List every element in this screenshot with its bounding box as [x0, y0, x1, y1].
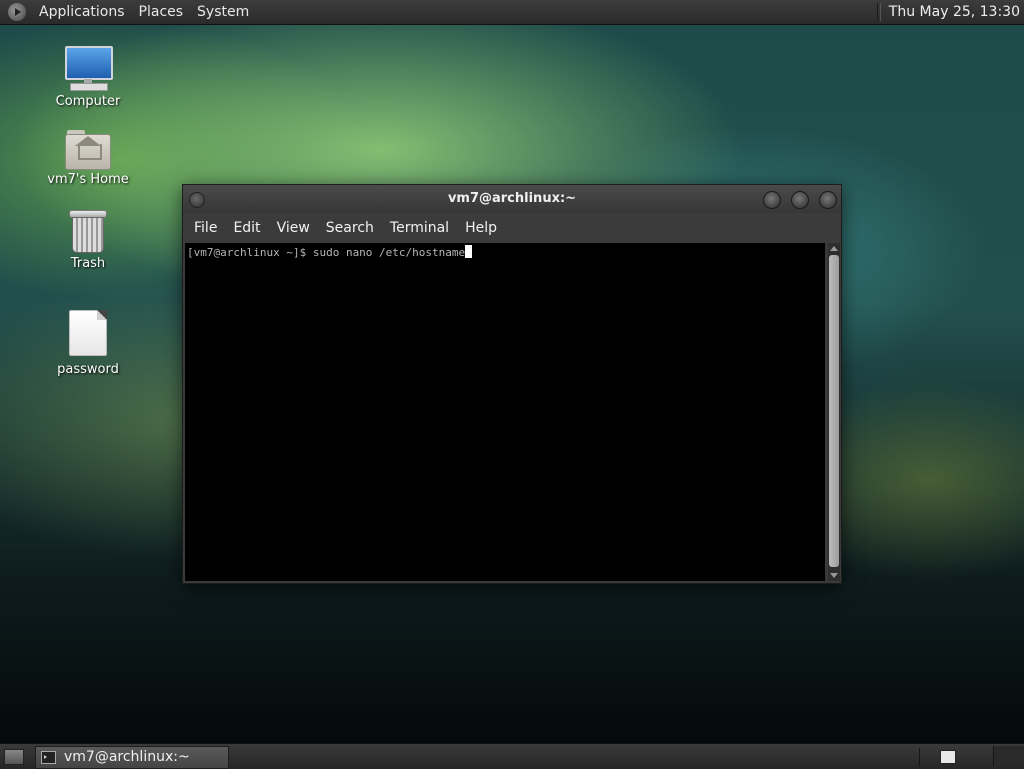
text-cursor [465, 245, 473, 258]
places-menu[interactable]: Places [132, 0, 191, 24]
desktop-icon-trash[interactable]: Trash [38, 208, 138, 271]
panel-separator [919, 748, 920, 766]
menu-edit[interactable]: Edit [225, 213, 268, 243]
window-titlebar[interactable]: vm7@archlinux:~ [183, 185, 841, 213]
menu-terminal[interactable]: Terminal [382, 213, 457, 243]
taskbar-window-button[interactable]: vm7@archlinux:~ [35, 746, 229, 769]
terminal-window[interactable]: vm7@archlinux:~ File Edit View Search Te… [182, 184, 842, 584]
terminal-command-line: [vm7@archlinux ~]$ sudo nano /etc/hostna… [187, 246, 466, 259]
text-file-icon [69, 310, 107, 356]
minimize-button[interactable] [763, 191, 781, 209]
terminal-output[interactable]: [vm7@archlinux ~]$ sudo nano /etc/hostna… [185, 243, 825, 581]
desktop-icon-home[interactable]: vm7's Home [38, 130, 138, 187]
home-folder-icon [65, 130, 111, 170]
desktop-icon-password[interactable]: password [38, 310, 138, 377]
terminal-menubar: File Edit View Search Terminal Help [183, 213, 841, 243]
desktop-icon-label: Computer [55, 94, 121, 109]
window-title: vm7@archlinux:~ [447, 191, 577, 206]
menu-search[interactable]: Search [318, 213, 382, 243]
system-menu[interactable]: System [190, 0, 256, 24]
window-menu-button[interactable] [189, 192, 205, 208]
show-desktop-icon[interactable] [4, 749, 24, 765]
bottom-panel: vm7@archlinux:~ [0, 743, 1024, 769]
close-button[interactable] [819, 191, 837, 209]
clock-area: Thu May 25, 13:30 [876, 0, 1024, 24]
applications-menu[interactable]: Applications [32, 0, 132, 24]
scrollbar-thumb[interactable] [829, 255, 839, 567]
taskbar-window-label: vm7@archlinux:~ [64, 749, 190, 765]
computer-icon [64, 46, 113, 92]
distro-logo-icon[interactable] [8, 3, 26, 21]
panel-separator [876, 3, 881, 21]
menu-file[interactable]: File [186, 213, 225, 243]
clock[interactable]: Thu May 25, 13:30 [889, 4, 1024, 20]
workspace-1[interactable] [940, 750, 956, 764]
desktop-icon-label: vm7's Home [47, 172, 129, 187]
terminal-icon [41, 751, 56, 764]
menu-view[interactable]: View [269, 213, 318, 243]
scroll-up-arrow-icon[interactable] [830, 246, 838, 251]
trash-icon [69, 208, 107, 254]
desktop-icon-computer[interactable]: Computer [38, 46, 138, 109]
terminal-scrollbar[interactable] [828, 243, 840, 581]
menu-help[interactable]: Help [457, 213, 505, 243]
desktop-icon-label: password [57, 362, 119, 377]
desktop-icon-label: Trash [70, 256, 106, 271]
scroll-down-arrow-icon[interactable] [830, 573, 838, 578]
maximize-button[interactable] [791, 191, 809, 209]
top-panel: Applications Places System Thu May 25, 1… [0, 0, 1024, 25]
workspace-2[interactable] [993, 746, 1024, 766]
